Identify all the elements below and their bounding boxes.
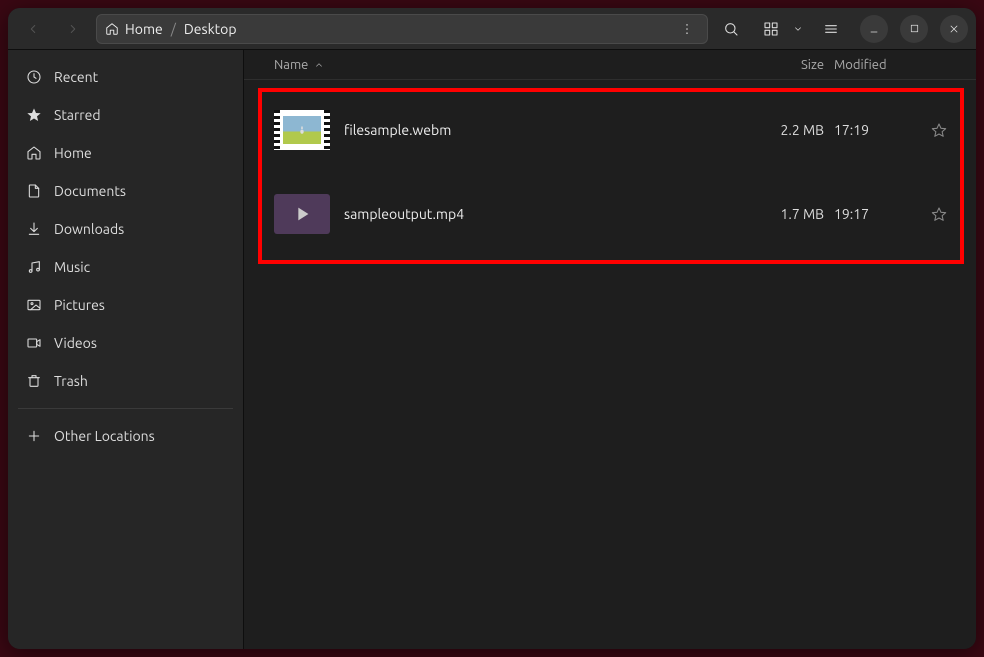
sidebar-item-label: Recent	[54, 69, 98, 85]
hamburger-menu-button[interactable]	[814, 14, 848, 44]
sidebar: Recent Starred Home Documents Downloads …	[8, 50, 244, 649]
sidebar-item-recent[interactable]: Recent	[8, 58, 243, 96]
play-icon	[291, 203, 313, 225]
sidebar-item-downloads[interactable]: Downloads	[8, 210, 243, 248]
sidebar-item-other-locations[interactable]: Other Locations	[8, 417, 243, 455]
video-icon	[26, 335, 42, 351]
sidebar-item-label: Downloads	[54, 221, 124, 237]
sidebar-item-label: Starred	[54, 107, 101, 123]
grid-view-button[interactable]	[754, 14, 788, 44]
document-icon	[26, 183, 42, 199]
column-headers: Name Size Modified	[244, 50, 976, 80]
maximize-icon	[909, 23, 920, 34]
sidebar-item-trash[interactable]: Trash	[8, 362, 243, 400]
forward-button[interactable]	[56, 14, 90, 44]
sidebar-separator	[18, 408, 233, 409]
breadcrumb-separator: /	[171, 21, 176, 37]
file-row[interactable]: sampleoutput.mp4 1.7 MB 19:17	[244, 172, 976, 256]
sidebar-item-label: Home	[54, 145, 92, 161]
chevron-left-icon	[26, 22, 40, 36]
trash-icon	[26, 373, 42, 389]
star-outline-icon	[931, 122, 947, 138]
breadcrumb[interactable]: Home / Desktop	[96, 14, 708, 44]
star-icon	[26, 107, 42, 123]
video-thumbnail	[274, 110, 330, 150]
rabbit-icon	[297, 123, 307, 137]
column-header-name[interactable]: Name	[274, 58, 744, 72]
hamburger-icon	[823, 21, 839, 37]
sidebar-item-music[interactable]: Music	[8, 248, 243, 286]
breadcrumb-label: Home	[125, 21, 163, 37]
sidebar-item-label: Pictures	[54, 297, 105, 313]
sidebar-item-videos[interactable]: Videos	[8, 324, 243, 362]
chevron-right-icon	[66, 22, 80, 36]
star-toggle[interactable]	[924, 206, 954, 222]
back-button[interactable]	[16, 14, 50, 44]
sidebar-item-label: Music	[54, 259, 90, 275]
view-dropdown-button[interactable]	[788, 14, 808, 44]
file-row[interactable]: filesample.webm 2.2 MB 17:19	[244, 88, 976, 172]
minimize-button[interactable]	[860, 15, 888, 43]
grid-icon	[763, 21, 779, 37]
main-pane: Name Size Modified filesample.webm 2.2 M	[244, 50, 976, 649]
file-list: filesample.webm 2.2 MB 17:19 sampleoutpu…	[244, 80, 976, 264]
file-name: filesample.webm	[344, 122, 744, 138]
chevron-down-icon	[793, 24, 803, 34]
sidebar-item-label: Other Locations	[54, 428, 155, 444]
sidebar-item-label: Trash	[54, 373, 88, 389]
sidebar-item-home[interactable]: Home	[8, 134, 243, 172]
file-modified: 17:19	[834, 122, 924, 138]
column-header-size[interactable]: Size	[744, 58, 834, 72]
search-button[interactable]	[714, 14, 748, 44]
file-size: 1.7 MB	[744, 206, 834, 222]
picture-icon	[26, 297, 42, 313]
clock-icon	[26, 69, 42, 85]
plus-icon	[26, 428, 42, 444]
window-body: Recent Starred Home Documents Downloads …	[8, 50, 976, 649]
home-icon	[26, 145, 42, 161]
file-modified: 19:17	[834, 206, 924, 222]
column-header-modified[interactable]: Modified	[834, 58, 924, 72]
minimize-icon	[868, 23, 880, 35]
sidebar-item-documents[interactable]: Documents	[8, 172, 243, 210]
titlebar: Home / Desktop	[8, 8, 976, 50]
music-icon	[26, 259, 42, 275]
video-thumbnail	[274, 194, 330, 234]
close-button[interactable]	[940, 15, 968, 43]
sidebar-item-label: Documents	[54, 183, 126, 199]
sidebar-item-label: Videos	[54, 335, 97, 351]
breadcrumb-desktop[interactable]: Desktop	[184, 21, 237, 37]
file-manager-window: Home / Desktop	[8, 8, 976, 649]
home-icon	[105, 22, 119, 36]
search-icon	[723, 21, 739, 37]
kebab-icon	[680, 22, 694, 36]
sidebar-item-starred[interactable]: Starred	[8, 96, 243, 134]
path-menu-button[interactable]	[675, 17, 699, 41]
breadcrumb-home[interactable]: Home	[105, 21, 163, 37]
breadcrumb-label: Desktop	[184, 21, 237, 37]
star-outline-icon	[931, 206, 947, 222]
sidebar-item-pictures[interactable]: Pictures	[8, 286, 243, 324]
sort-asc-icon	[314, 60, 324, 70]
file-size: 2.2 MB	[744, 122, 834, 138]
file-name: sampleoutput.mp4	[344, 206, 744, 222]
download-icon	[26, 221, 42, 237]
column-header-label: Name	[274, 58, 308, 72]
close-icon	[948, 23, 960, 35]
view-switcher[interactable]	[754, 14, 808, 44]
maximize-button[interactable]	[900, 15, 928, 43]
star-toggle[interactable]	[924, 122, 954, 138]
